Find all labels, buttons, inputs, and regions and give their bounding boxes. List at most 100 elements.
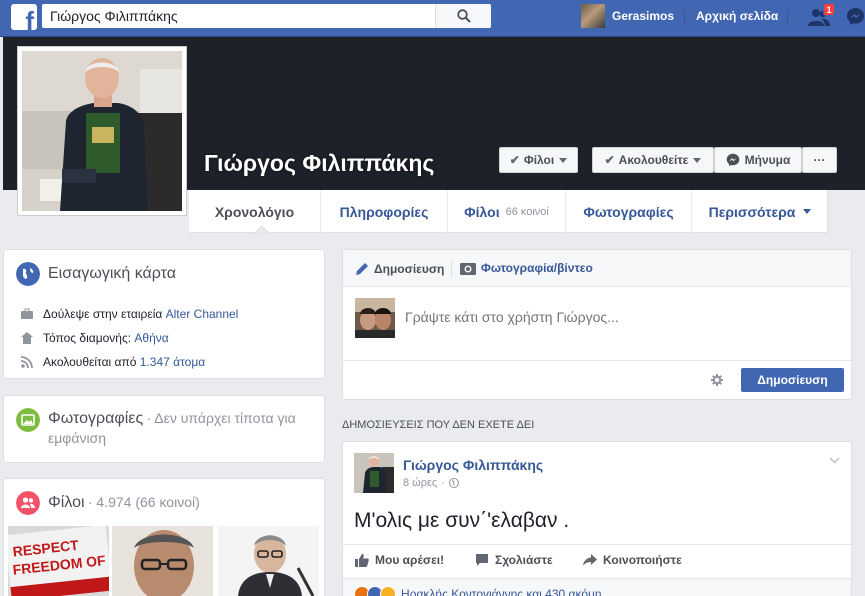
- friend-thumbnail[interactable]: [218, 526, 319, 596]
- search-box: [42, 4, 491, 28]
- tab-friends[interactable]: Φίλοι 66 κοινοί: [448, 190, 566, 233]
- post-author-avatar[interactable]: [354, 453, 394, 493]
- search-input[interactable]: [42, 4, 452, 28]
- share-button[interactable]: Κοινοποιήστε: [583, 553, 682, 567]
- following-button[interactable]: ✔ Ακολουθείτε: [592, 147, 714, 173]
- intro-home-prefix: Τόπος διαμονής:: [43, 331, 132, 345]
- tab-label: Πληροφορίες: [339, 203, 429, 220]
- photos-empty-line1: · Δεν υπάρχει τίποτα για: [146, 410, 296, 426]
- nav-home-link[interactable]: Αρχική σελίδα: [696, 9, 778, 23]
- intro-followers-link[interactable]: 1.347 άτομα: [140, 355, 205, 369]
- composer-tab-post[interactable]: Δημοσίευση: [354, 261, 444, 277]
- nav-user-name: Gerasimos: [612, 9, 675, 23]
- reactions-text: Ηρακλής Κοντογιάννης και 430 ακόμη: [401, 587, 602, 596]
- intro-home-link[interactable]: Αθήνα: [134, 331, 168, 345]
- reactions-summary[interactable]: Ηρακλής Κοντογιάννης και 430 ακόμη: [354, 586, 602, 596]
- composer-input[interactable]: [405, 306, 835, 328]
- tab-friends-count: 66 κοινοί: [505, 205, 549, 218]
- photo-icon: [16, 408, 40, 432]
- globe-icon: [448, 478, 459, 488]
- composer-tab-divider: [451, 260, 452, 278]
- tab-photos[interactable]: Φωτογραφίες: [566, 190, 692, 233]
- message-button-label: Μήνυμα: [744, 153, 791, 167]
- thumbs-up-icon: [355, 554, 369, 567]
- tab-label: Περισσότερα: [708, 203, 796, 220]
- messenger-icon: [726, 153, 739, 167]
- profile-picture[interactable]: [17, 46, 187, 216]
- tab-more[interactable]: Περισσότερα: [692, 190, 828, 233]
- chevron-down-icon[interactable]: [829, 457, 840, 464]
- top-navigation-bar: f Gerasimos Αρχική σελίδα 1: [0, 0, 865, 37]
- friends-button[interactable]: ✔ Φίλοι: [499, 147, 578, 173]
- rss-icon: [21, 356, 33, 368]
- post-divider: [343, 544, 851, 545]
- messages-icon[interactable]: [846, 7, 865, 26]
- chevron-down-icon: [803, 209, 812, 214]
- friends-count: · 4.974 (66 κοινοί): [87, 494, 200, 510]
- profile-tabs: Χρονολόγιο Πληροφορίες Φίλοι 66 κοινοί Φ…: [189, 190, 828, 233]
- active-tab-indicator: [254, 225, 270, 234]
- intro-card: Εισαγωγική κάρτα Δούλεψε στην εταιρεία A…: [3, 249, 325, 379]
- tab-about[interactable]: Πληροφορίες: [321, 190, 448, 233]
- post-author-name[interactable]: Γιώργος Φιλιππάκης: [403, 457, 543, 473]
- check-icon: ✔: [509, 153, 520, 167]
- friends-heading: Φίλοι · 4.974 (66 κοινοί): [48, 494, 200, 512]
- camera-icon: [460, 263, 476, 275]
- friend-thumbnail[interactable]: RESPECT FREEDOM OF: [8, 526, 109, 596]
- intro-followers-row: Ακολουθείται από 1.347 άτομα: [21, 355, 205, 369]
- photos-empty-line2: εμφάνιση: [48, 430, 107, 446]
- share-icon: [583, 554, 597, 566]
- profile-photo-image: [22, 51, 182, 211]
- comment-button[interactable]: Σχολιάστε: [475, 553, 553, 567]
- composer-card: Δημοσίευση Φωτογραφία/βίντεο Δημοσίευση: [342, 249, 852, 400]
- intro-followers-prefix: Ακολουθείται από: [43, 355, 137, 369]
- composer-avatar: [355, 298, 395, 338]
- globe-icon: [16, 262, 40, 286]
- intro-work-link[interactable]: Alter Channel: [166, 307, 239, 321]
- post-card: Γιώργος Φιλιππάκης 8 ώρες · Μ'ολις με συ…: [342, 441, 852, 596]
- search-icon: [457, 9, 471, 23]
- composer-submit-button[interactable]: Δημοσίευση: [741, 368, 844, 392]
- facebook-logo-icon[interactable]: f: [11, 4, 37, 30]
- friend-thumbnail[interactable]: [112, 526, 213, 596]
- comment-label: Σχολιάστε: [495, 553, 553, 567]
- chevron-down-icon: [693, 157, 702, 163]
- friend-photo-speaker: [218, 526, 319, 596]
- comment-icon: [476, 554, 488, 566]
- post-meta: 8 ώρες ·: [403, 477, 459, 489]
- pencil-icon: [356, 263, 368, 275]
- friend-photo-protest: RESPECT FREEDOM OF: [8, 526, 109, 596]
- friends-title[interactable]: Φίλοι: [48, 494, 85, 511]
- post-time[interactable]: 8 ώρες: [403, 477, 437, 489]
- unseen-posts-heading: ΔΗΜΟΣΙΕΥΣΕΙΣ ΠΟΥ ΔΕΝ ΕΧΕΤΕ ΔΕΙ: [342, 419, 535, 431]
- intro-title: Εισαγωγική κάρτα: [48, 265, 177, 282]
- following-button-label: Ακολουθείτε: [618, 153, 689, 167]
- share-label: Κοινοποιήστε: [603, 553, 682, 567]
- like-button[interactable]: Μου αρέσει!: [355, 553, 444, 567]
- tab-label: Φίλοι: [464, 203, 500, 220]
- composer-divider: [343, 360, 851, 361]
- intro-work-row: Δούλεψε στην εταιρεία Alter Channel: [21, 307, 238, 321]
- reaction-haha-icon: [380, 586, 396, 596]
- more-options-button[interactable]: ···: [802, 147, 837, 173]
- nav-profile-link[interactable]: Gerasimos: [581, 4, 674, 28]
- friend-requests-badge: 1: [823, 3, 835, 16]
- briefcase-icon: [21, 308, 33, 319]
- like-label: Μου αρέσει!: [375, 553, 445, 567]
- gear-icon[interactable]: [711, 374, 723, 386]
- nav-divider: [787, 9, 788, 25]
- profile-name[interactable]: Γιώργος Φιλιππάκης: [204, 150, 434, 177]
- meta-separator: ·: [441, 477, 445, 489]
- friends-icon: [16, 491, 40, 515]
- message-button[interactable]: Μήνυμα: [714, 147, 802, 173]
- intro-home-row: Τόπος διαμονής: Αθήνα: [21, 331, 169, 345]
- search-button[interactable]: [435, 4, 491, 28]
- photos-heading: Φωτογραφίες · Δεν υπάρχει τίποτα για εμφ…: [48, 409, 313, 449]
- post-text: Μ'ολις με συν΄'ελαβαν .: [354, 509, 570, 532]
- photos-card: Φωτογραφίες · Δεν υπάρχει τίποτα για εμφ…: [3, 395, 325, 463]
- nav-avatar: [581, 4, 605, 28]
- house-icon: [21, 332, 33, 344]
- composer-tab-photo[interactable]: Φωτογραφία/βίντεο: [460, 261, 593, 275]
- photos-title[interactable]: Φωτογραφίες: [48, 410, 143, 427]
- composer-tab-photo-label: Φωτογραφία/βίντεο: [481, 261, 593, 275]
